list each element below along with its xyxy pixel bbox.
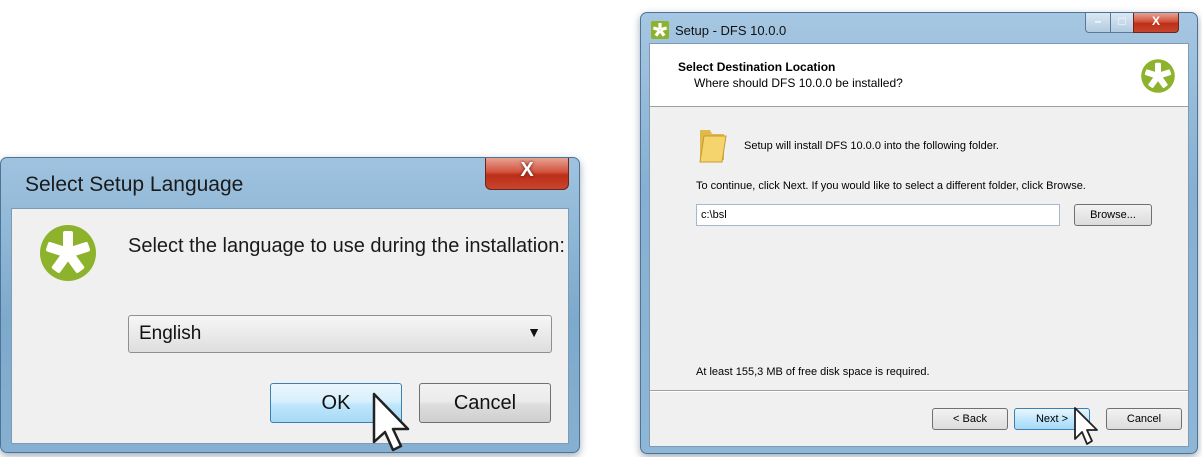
star-logo-icon: [651, 21, 669, 39]
maximize-icon: □: [1118, 14, 1126, 28]
dialog-body: Select the language to use during the in…: [11, 208, 569, 444]
back-button[interactable]: < Back: [932, 408, 1008, 430]
cancel-button[interactable]: Cancel: [419, 383, 551, 423]
destination-path-input[interactable]: c:\bsl: [696, 204, 1060, 226]
selected-language: English: [139, 323, 202, 344]
mouse-pointer-icon: [1074, 407, 1098, 445]
close-button[interactable]: X: [1133, 13, 1179, 33]
disk-space-text: At least 155,3 MB of free disk space is …: [696, 366, 930, 378]
page-subtitle: Where should DFS 10.0.0 be installed?: [694, 76, 903, 90]
wizard-body: Select Destination Location Where should…: [649, 43, 1189, 447]
browse-button[interactable]: Browse...: [1074, 204, 1152, 226]
wizard-header: Select Destination Location Where should…: [650, 44, 1188, 107]
window-title: Setup - DFS 10.0.0: [675, 23, 787, 38]
star-logo-icon: [1141, 59, 1175, 93]
instructions-text: To continue, click Next. If you would li…: [696, 180, 1086, 192]
page-title: Select Destination Location: [678, 60, 836, 74]
dropdown-arrow-icon: ▼: [527, 324, 541, 340]
star-logo-icon: [40, 225, 96, 281]
cancel-button[interactable]: Cancel: [1106, 408, 1182, 430]
setup-wizard-window: Setup - DFS 10.0.0 – □ X Select Destinat…: [640, 12, 1198, 454]
install-info-text: Setup will install DFS 10.0.0 into the f…: [744, 140, 999, 152]
folder-icon: [699, 130, 727, 163]
mouse-pointer-icon: [372, 392, 410, 452]
language-prompt: Select the language to use during the in…: [128, 235, 565, 257]
close-button[interactable]: X: [485, 158, 569, 190]
language-select[interactable]: English ▼: [128, 315, 552, 353]
divider: [650, 390, 1188, 392]
select-language-dialog: Select Setup Language X Select the langu…: [0, 157, 580, 453]
close-icon: X: [520, 159, 534, 181]
close-icon: X: [1151, 14, 1160, 28]
minimize-icon: –: [1094, 14, 1102, 28]
maximize-button[interactable]: □: [1110, 13, 1134, 33]
minimize-button[interactable]: –: [1085, 13, 1111, 33]
dialog-title: Select Setup Language: [25, 173, 244, 196]
